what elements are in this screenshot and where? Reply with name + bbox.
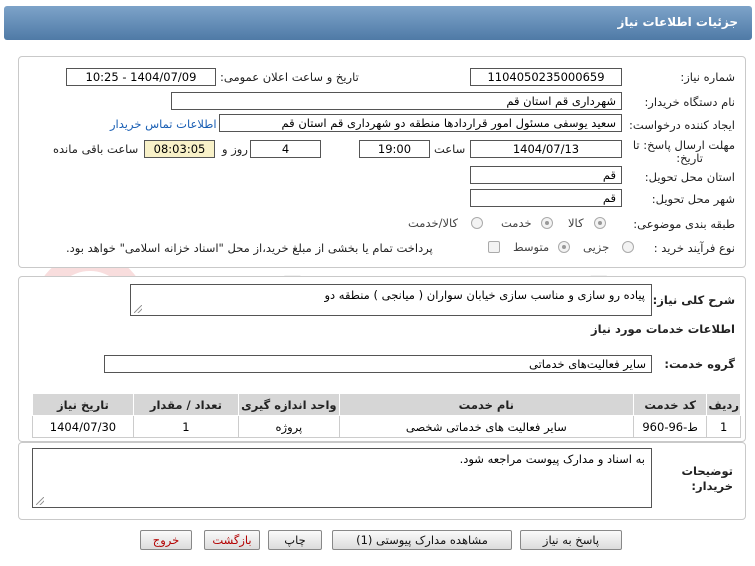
deadline-date-label: تاریخ: [676, 151, 703, 165]
view-attachments-button[interactable]: مشاهده مدارک پیوستی (1) [332, 530, 512, 550]
category-goods-radio[interactable] [594, 217, 606, 229]
process-medium-label: متوسط [513, 240, 550, 254]
process-minor-label: جزیی [583, 240, 610, 254]
process-type-label: نوع فرآیند خرید : [653, 241, 735, 255]
need-info-panel [18, 56, 746, 268]
services-heading: اطلاعات خدمات مورد نیاز [591, 322, 735, 336]
print-button[interactable]: چاپ [268, 530, 322, 550]
col-quantity: تعداد / مقدار [132, 393, 239, 416]
need-number-field: 1104050235000659 [470, 68, 622, 86]
resize-grip-icon[interactable] [134, 305, 142, 313]
creator-label: ایجاد کننده درخواست: [629, 118, 735, 132]
deadline-date-field: 1404/07/13 [470, 140, 622, 158]
cell-service-code: ط-96-960 [632, 415, 708, 438]
creator-field: سعید یوسفی مسئول امور قراردادها منطقه دو… [219, 114, 622, 132]
buyer-contact-link[interactable]: اطلاعات تماس خریدار [110, 117, 217, 131]
process-medium-radio[interactable] [558, 241, 570, 253]
summary-text: پیاده رو سازی و مناسب سازی خیابان سواران… [324, 288, 645, 302]
cell-need-date: 1404/07/30 [32, 415, 134, 438]
category-goods-label: کالا [568, 216, 584, 230]
buyer-notes-textarea: به اسناد و مدارک پیوست مراجعه شود. [32, 448, 652, 508]
city-label: شهر محل تحویل: [651, 192, 735, 206]
buyer-org-label: نام دستگاه خریدار: [644, 95, 735, 109]
need-number-label: شماره نیاز: [680, 70, 735, 84]
summary-textarea: پیاده رو سازی و مناسب سازی خیابان سواران… [130, 284, 652, 316]
category-service-radio[interactable] [541, 217, 553, 229]
reply-button[interactable]: پاسخ به نیاز [520, 530, 622, 550]
category-service-label: خدمت [501, 216, 532, 230]
days-remaining-field: 4 [250, 140, 321, 158]
city-field: قم [470, 189, 622, 207]
buyer-notes-label-2: خریدار: [691, 479, 733, 493]
buyer-org-field: شهرداری قم استان قم [171, 92, 622, 110]
service-group-label: گروه خدمت: [664, 357, 735, 371]
cell-quantity: 1 [132, 415, 239, 438]
service-group-field: سایر فعالیت‌های خدماتی [104, 355, 652, 373]
title-bar: جزئیات اطلاعات نیاز [4, 6, 752, 40]
deadline-time-field: 19:00 [359, 140, 430, 158]
announce-datetime-label: تاریخ و ساعت اعلان عمومی: [220, 70, 359, 84]
services-table: ردیف کد خدمت نام خدمت واحد اندازه گیری ت… [32, 393, 741, 438]
buyer-notes-label-1: توضیحات [681, 464, 734, 478]
announce-datetime-field: 1404/07/09 - 10:25 [66, 68, 216, 86]
province-label: استان محل تحویل: [644, 170, 735, 184]
treasury-payment-checkbox[interactable] [488, 241, 500, 253]
cell-unit: پروژه [237, 415, 340, 438]
province-field: قم [470, 166, 622, 184]
col-service-code: کد خدمت [632, 393, 708, 416]
table-row: 1 ط-96-960 سایر فعالیت های خدماتی شخصی پ… [32, 415, 741, 438]
category-both-label: کالا/خدمت [408, 216, 459, 230]
buyer-notes-text: به اسناد و مدارک پیوست مراجعه شود. [459, 452, 645, 466]
deadline-label: مهلت ارسال پاسخ: تا [632, 138, 735, 152]
remaining-label: ساعت باقی مانده [53, 142, 139, 156]
col-service-name: نام خدمت [338, 393, 634, 416]
page-title: جزئیات اطلاعات نیاز [617, 15, 738, 29]
col-need-date: تاریخ نیاز [32, 393, 134, 416]
col-unit: واحد اندازه گیری [237, 393, 340, 416]
col-row-no: ردیف [706, 393, 741, 416]
exit-button[interactable]: خروج [140, 530, 192, 550]
summary-label: شرح کلی نیاز: [652, 293, 735, 307]
resize-grip-icon[interactable] [36, 497, 44, 505]
process-minor-radio[interactable] [622, 241, 634, 253]
remaining-timer: 08:03:05 [144, 140, 215, 158]
deadline-time-label: ساعت [434, 142, 466, 156]
category-both-radio[interactable] [471, 217, 483, 229]
cell-row-no: 1 [706, 415, 741, 438]
services-table-header: ردیف کد خدمت نام خدمت واحد اندازه گیری ت… [32, 393, 741, 416]
category-label: طبقه بندی موضوعی: [633, 217, 735, 231]
days-label: روز و [222, 142, 248, 156]
treasury-payment-note: پرداخت تمام یا بخشی از مبلغ خرید،از محل … [66, 241, 433, 255]
cell-service-name: سایر فعالیت های خدماتی شخصی [338, 415, 634, 438]
back-button[interactable]: بازگشت [204, 530, 260, 550]
